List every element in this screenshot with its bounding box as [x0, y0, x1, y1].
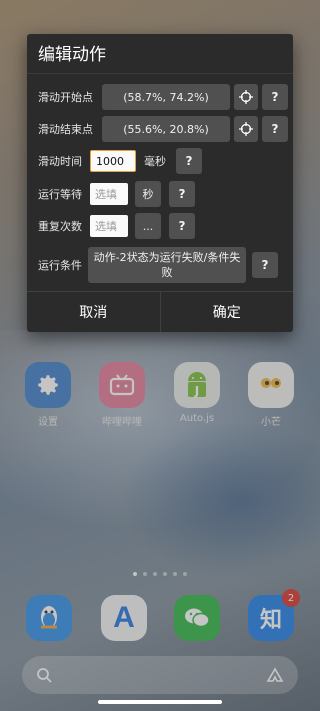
swipe-time-row: 滑动时间 1000 毫秒 ? [38, 148, 202, 174]
swipe-start-value-button[interactable]: (58.7%, 74.2%) [102, 84, 230, 110]
crosshair-icon [239, 90, 253, 104]
swipe-time-help-button[interactable]: ? [176, 148, 202, 174]
edit-action-dialog: 编辑动作 滑动开始点 (58.7%, 74.2%) ? 滑动结束点 (55.6%… [27, 34, 293, 332]
swipe-end-label: 滑动结束点 [38, 123, 93, 136]
home-indicator[interactable] [98, 700, 222, 704]
swipe-start-row: 滑动开始点 (58.7%, 74.2%) ? [38, 84, 288, 110]
swipe-start-pick-button[interactable] [234, 84, 258, 110]
swipe-end-row: 滑动结束点 (55.6%, 20.8%) ? [38, 116, 288, 142]
run-wait-row: 运行等待 选填 秒 ? [38, 181, 195, 207]
run-wait-input[interactable]: 选填 [90, 183, 128, 205]
swipe-time-label: 滑动时间 [38, 155, 82, 168]
condition-label: 运行条件 [38, 259, 82, 272]
swipe-time-input[interactable]: 1000 [90, 150, 136, 172]
repeat-more-button[interactable]: ... [135, 213, 161, 239]
condition-row: 运行条件 动作-2状态为运行失败/条件失败 ? [38, 246, 278, 284]
run-wait-label: 运行等待 [38, 188, 82, 201]
condition-value-button[interactable]: 动作-2状态为运行失败/条件失败 [88, 247, 246, 283]
swipe-start-label: 滑动开始点 [38, 91, 93, 104]
run-wait-help-button[interactable]: ? [169, 181, 195, 207]
swipe-end-help-button[interactable]: ? [262, 116, 288, 142]
cancel-button[interactable]: 取消 [27, 292, 161, 332]
dialog-footer: 取消 确定 [27, 291, 293, 332]
repeat-row: 重复次数 选填 ... ? [38, 213, 195, 239]
condition-help-button[interactable]: ? [252, 252, 278, 278]
confirm-button[interactable]: 确定 [161, 292, 294, 332]
repeat-label: 重复次数 [38, 220, 82, 233]
swipe-end-pick-button[interactable] [234, 116, 258, 142]
run-wait-unit-dropdown[interactable]: 秒 [135, 181, 161, 207]
repeat-count-input[interactable]: 选填 [90, 215, 128, 237]
repeat-help-button[interactable]: ? [169, 213, 195, 239]
swipe-start-help-button[interactable]: ? [262, 84, 288, 110]
swipe-time-unit: 毫秒 [144, 155, 166, 168]
crosshair-icon [239, 122, 253, 136]
swipe-end-value-button[interactable]: (55.6%, 20.8%) [102, 116, 230, 142]
dialog-title: 编辑动作 [27, 34, 293, 74]
